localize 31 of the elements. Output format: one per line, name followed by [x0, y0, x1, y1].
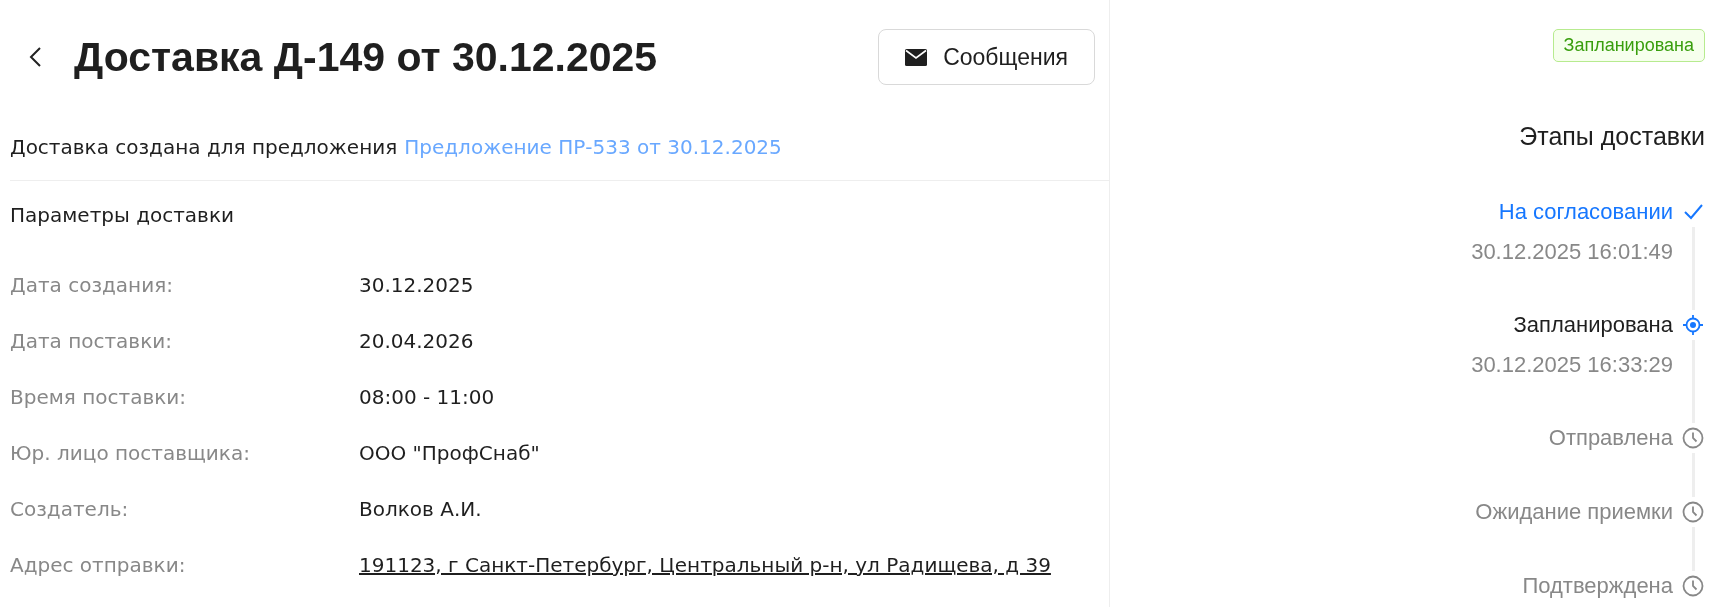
field-value: Волков А.И.: [359, 497, 482, 521]
envelope-icon: [905, 48, 928, 66]
target-icon: [1682, 314, 1704, 336]
stage-time: 30.12.2025 16:33:29: [1471, 352, 1673, 378]
field-value: ООО "ПрофСнаб": [359, 441, 540, 465]
stages-title: Этапы доставки: [1519, 122, 1705, 151]
field-label: Создатель:: [10, 497, 130, 521]
status-badge: Запланирована: [1552, 29, 1705, 62]
field-label: Дата создания:: [10, 273, 174, 297]
clock-icon: [1682, 501, 1704, 523]
origin-text: Доставка создана для предложения: [10, 135, 398, 159]
field-label: Юр. лицо поставщика:: [10, 441, 251, 465]
section-title: Параметры доставки: [10, 202, 235, 229]
stage-name: Подтверждена: [1522, 573, 1673, 599]
stage-time: 30.12.2025 16:01:49: [1471, 239, 1673, 265]
stage-name: Запланирована: [1513, 312, 1673, 338]
field-label: Время поставки:: [10, 385, 187, 409]
page-title: Доставка Д-149 от 30.12.2025: [74, 33, 659, 81]
field-label: Адрес отправки:: [10, 553, 187, 577]
field-value: 30.12.2025: [359, 273, 474, 297]
clock-icon: [1682, 427, 1704, 449]
back-icon[interactable]: [28, 46, 42, 68]
field-label: Дата поставки:: [10, 329, 173, 353]
field-value: 08:00 - 11:00: [359, 385, 495, 409]
field-value: 20.04.2026: [359, 329, 474, 353]
stage-name: Отправлена: [1548, 425, 1673, 451]
address-link[interactable]: 191123, г Санкт-Петербург, Центральный р-н, ул Радищева, д 39: [359, 553, 1051, 577]
stage-name: На согласовании: [1498, 199, 1673, 225]
messages-button[interactable]: Сообщения: [878, 29, 1095, 85]
clock-icon: [1682, 575, 1704, 597]
stage-name: Ожидание приемки: [1475, 499, 1673, 525]
